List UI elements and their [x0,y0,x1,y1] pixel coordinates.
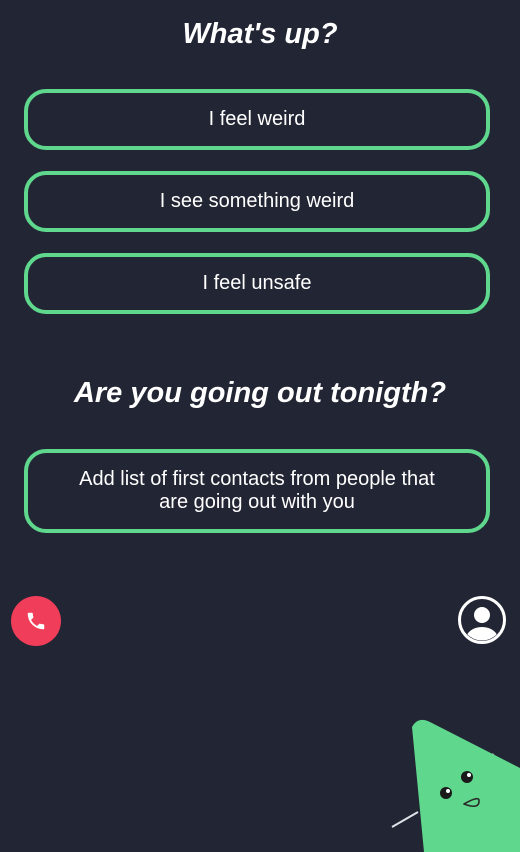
profile-button[interactable] [457,595,507,645]
see-something-weird-button[interactable]: I see something weird [24,171,490,232]
feel-weird-button[interactable]: I feel weird [24,89,490,150]
call-button[interactable] [11,596,61,646]
whats-up-heading: What's up? [182,18,338,50]
add-contacts-button[interactable]: Add list of first contacts from people t… [24,449,490,533]
feel-unsafe-button[interactable]: I feel unsafe [24,253,490,314]
phone-icon [27,612,45,630]
going-out-heading: Are you going out tonigth? [73,377,447,409]
triangle-mascot-icon [391,719,520,852]
user-profile-icon [458,596,506,644]
